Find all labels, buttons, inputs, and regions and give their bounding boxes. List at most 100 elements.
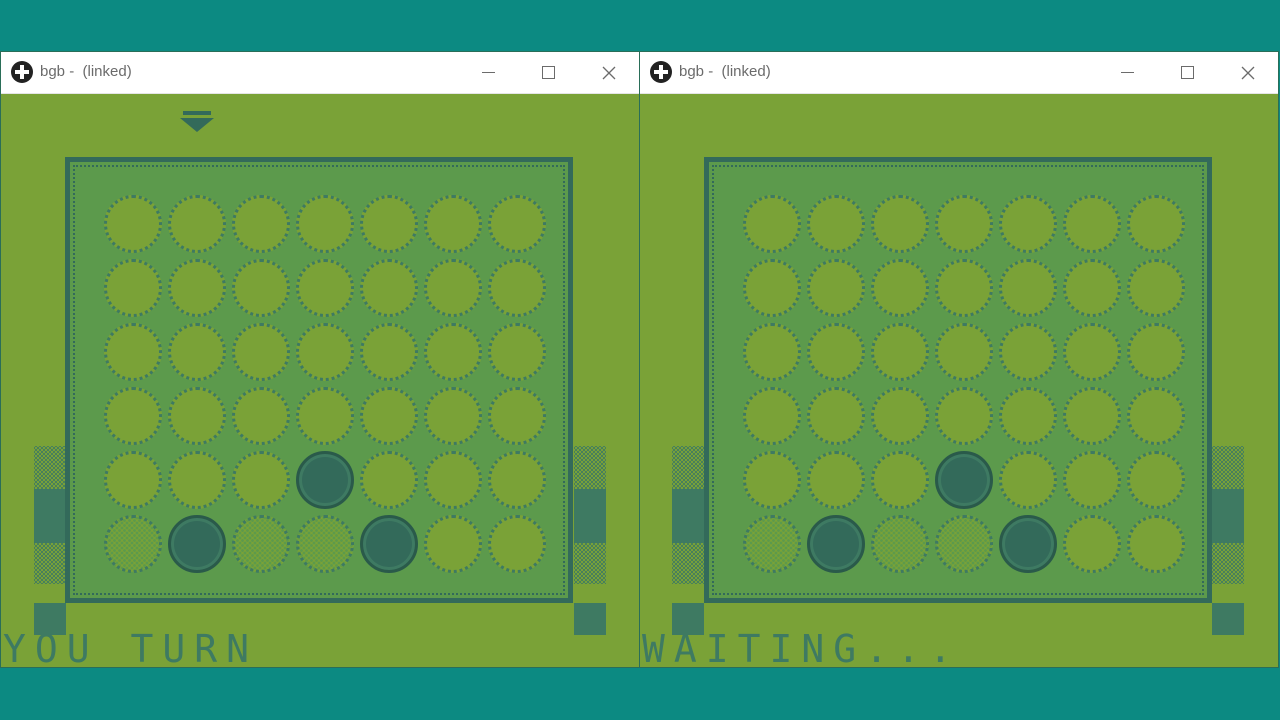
board-slot: [1063, 515, 1121, 573]
minimize-icon: [481, 72, 495, 73]
board-slot: [743, 451, 801, 509]
board-slot: [424, 515, 482, 573]
board-slot: [488, 451, 546, 509]
board-slot: [807, 323, 865, 381]
disc-dark: [296, 451, 354, 509]
disc-ghost: [296, 515, 354, 573]
title-bar[interactable]: bgb - (linked): [640, 52, 1278, 94]
board-slot: [999, 387, 1057, 445]
board-slot: [232, 259, 290, 317]
board-slot: [296, 259, 354, 317]
board-right-foot: [574, 603, 606, 635]
board-grid: [740, 192, 1187, 577]
board-slot: [1063, 387, 1121, 445]
close-button[interactable]: [579, 52, 639, 93]
board-right-leg: [574, 446, 606, 584]
disc-dark: [360, 515, 418, 573]
board-slot: [1127, 195, 1185, 253]
close-button[interactable]: [1218, 52, 1278, 93]
board-slot: [168, 195, 226, 253]
board-slot: [935, 387, 993, 445]
board-slot: [424, 323, 482, 381]
title-bar[interactable]: bgb - (linked): [1, 52, 639, 94]
board-slot: [360, 323, 418, 381]
board-slot: [999, 259, 1057, 317]
minimize-button[interactable]: [1097, 52, 1157, 93]
disc-dark: [935, 451, 993, 509]
board-slot: [424, 195, 482, 253]
game-screen[interactable]: WAITING...: [640, 94, 1278, 667]
board-slot: [488, 259, 546, 317]
board-slot: [871, 195, 929, 253]
minimize-icon: [1120, 72, 1134, 73]
board-slot: [1063, 195, 1121, 253]
board-left-leg: [34, 446, 66, 584]
board-slot: [1127, 259, 1185, 317]
board-slot: [104, 451, 162, 509]
board-slot: [1127, 387, 1185, 445]
close-icon: [602, 66, 616, 79]
board-slot: [360, 195, 418, 253]
maximize-icon: [1180, 66, 1194, 79]
board-slot: [871, 323, 929, 381]
disc-ghost: [104, 515, 162, 573]
board-slot: [743, 259, 801, 317]
maximize-button[interactable]: [518, 52, 578, 93]
board-slot: [935, 195, 993, 253]
disc-dark: [807, 515, 865, 573]
board-slot: [1127, 515, 1185, 573]
disc-dark: [168, 515, 226, 573]
emulator-window-right: bgb - (linked) WAITING...: [640, 52, 1278, 667]
board-left-leg: [672, 446, 704, 584]
board-slot: [296, 195, 354, 253]
board-slot: [104, 195, 162, 253]
board-slot: [360, 451, 418, 509]
board-slot: [1127, 323, 1185, 381]
game-screen[interactable]: YOU TURN: [1, 94, 639, 667]
board-slot: [168, 387, 226, 445]
board-slot: [488, 323, 546, 381]
board-slot: [488, 515, 546, 573]
board-slot: [1127, 451, 1185, 509]
drop-pointer-icon: [180, 111, 214, 132]
board-slot: [807, 451, 865, 509]
board-slot: [999, 451, 1057, 509]
disc-ghost: [743, 515, 801, 573]
board-slot: [999, 323, 1057, 381]
board-slot: [104, 259, 162, 317]
bgb-icon[interactable]: [650, 61, 672, 83]
board-slot: [168, 323, 226, 381]
board-slot: [935, 259, 993, 317]
board-slot: [743, 323, 801, 381]
board-slot: [871, 387, 929, 445]
close-icon: [1241, 66, 1255, 79]
window-title: bgb - (linked): [40, 63, 132, 80]
maximize-icon: [541, 66, 555, 79]
board-slot: [1063, 323, 1121, 381]
connect-four-board[interactable]: [704, 157, 1212, 603]
board-right-leg: [1212, 446, 1244, 584]
board-slot: [807, 259, 865, 317]
board-slot: [1063, 451, 1121, 509]
board-slot: [424, 387, 482, 445]
connect-four-board[interactable]: [65, 157, 573, 603]
disc-ghost: [871, 515, 929, 573]
maximize-button[interactable]: [1157, 52, 1217, 93]
bgb-icon[interactable]: [11, 61, 33, 83]
board-slot: [232, 451, 290, 509]
emulator-window-left: bgb - (linked) YOU TURN: [1, 52, 639, 667]
board-slot: [360, 259, 418, 317]
board-slot: [871, 259, 929, 317]
board-slot: [424, 259, 482, 317]
board-slot: [488, 387, 546, 445]
board-slot: [104, 387, 162, 445]
board-slot: [999, 195, 1057, 253]
board-slot: [807, 195, 865, 253]
minimize-button[interactable]: [458, 52, 518, 93]
board-slot: [488, 195, 546, 253]
board-right-foot: [1212, 603, 1244, 635]
status-text: YOU TURN: [3, 627, 259, 667]
board-slot: [232, 195, 290, 253]
window-title: bgb - (linked): [679, 63, 771, 80]
board-slot: [296, 387, 354, 445]
